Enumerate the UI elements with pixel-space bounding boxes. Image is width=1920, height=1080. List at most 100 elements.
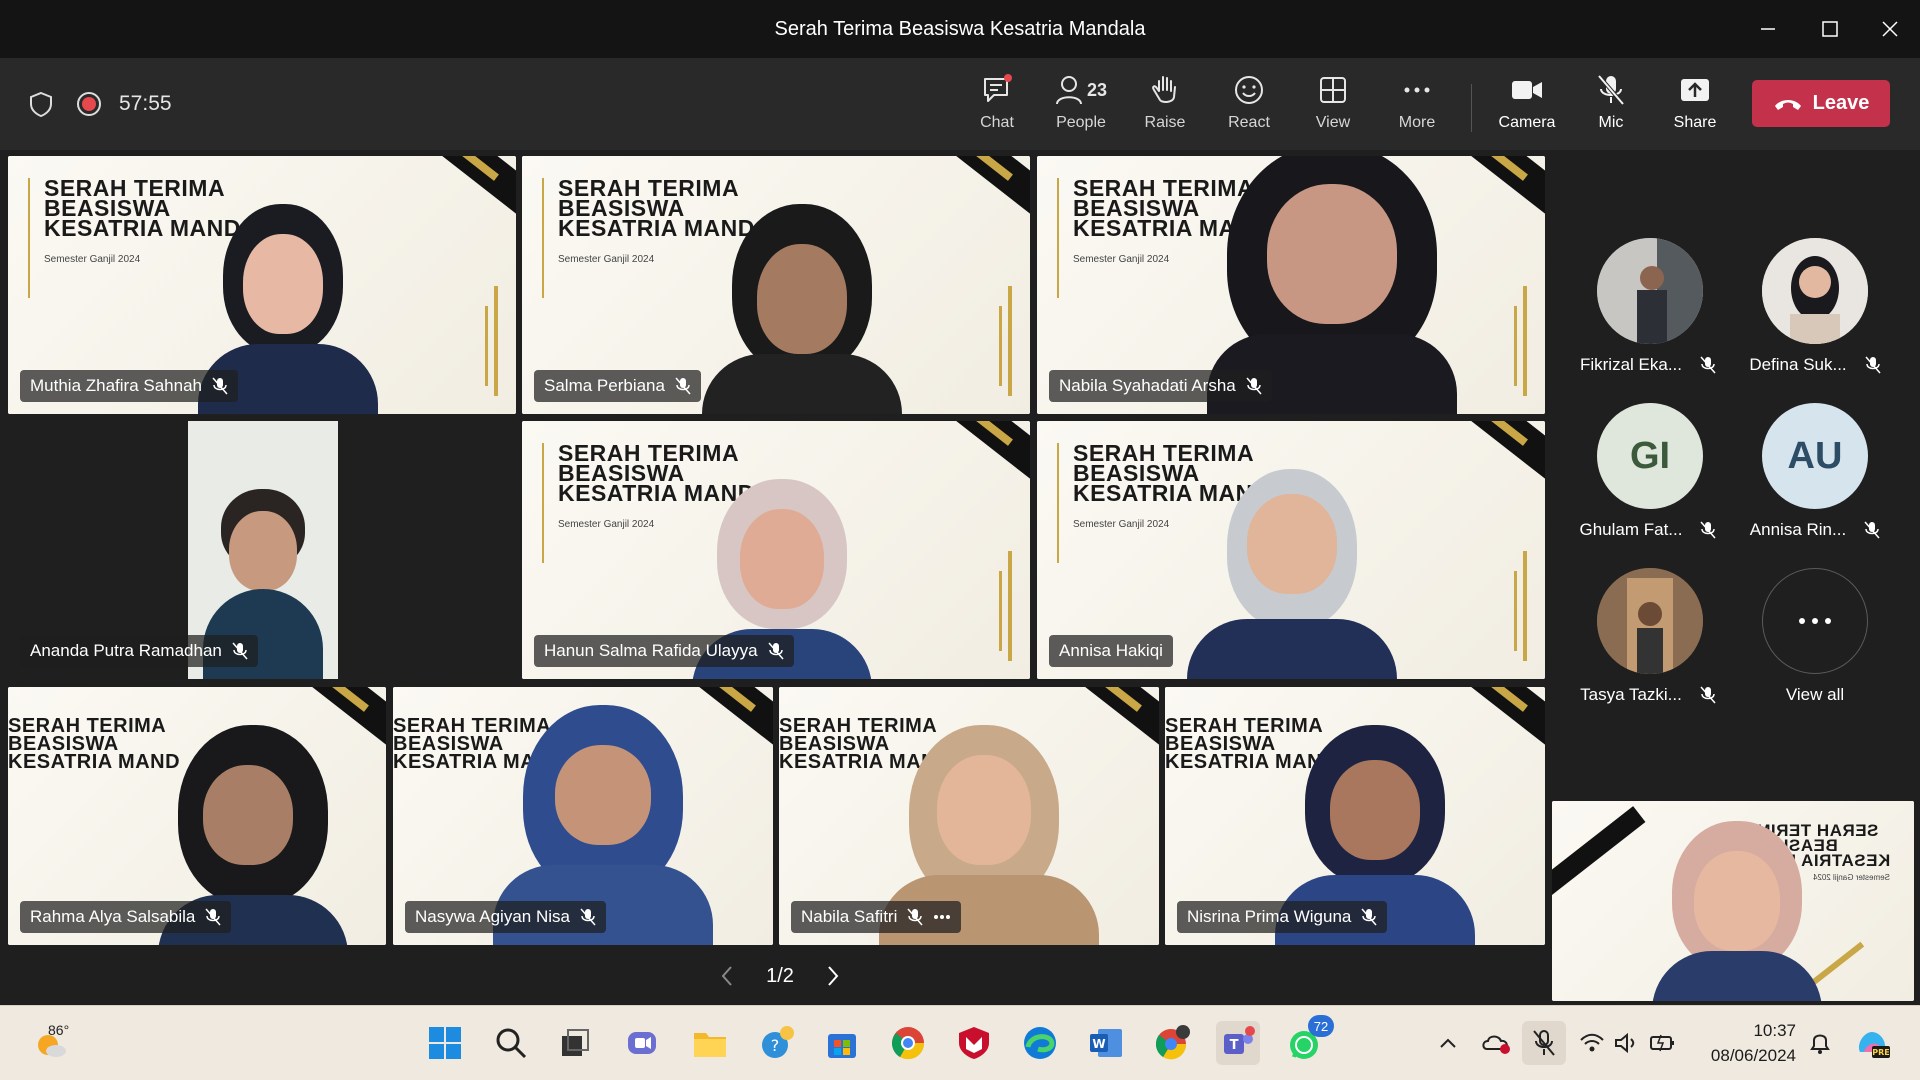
- chat-label: Chat: [980, 114, 1014, 131]
- self-view-video[interactable]: SERAH TERIMA BEASISWA KESATRIA MAND Semest…: [1552, 801, 1914, 1001]
- camera-button[interactable]: Camera: [1487, 70, 1567, 142]
- video-tile[interactable]: SERAH TERIMA BEASISWA KESATRIA MAND Semest…: [1037, 156, 1545, 414]
- video-tile[interactable]: SERAH TERIMA BEASISWA KESATRIA MAND Nisrin…: [1165, 687, 1545, 945]
- avatar[interactable]: [1597, 568, 1703, 674]
- view-all-label[interactable]: View all: [1740, 683, 1890, 707]
- avatar-initials: AU: [1787, 434, 1843, 477]
- video-tile[interactable]: Ananda Putra Ramadhan: [8, 421, 516, 679]
- file-explorer-button[interactable]: [688, 1021, 732, 1065]
- grid-view-icon: [1318, 70, 1348, 110]
- search-button[interactable]: [489, 1021, 533, 1065]
- video-tile[interactable]: SERAH TERIMA BEASISWA KESATRIA MAND Rahma …: [8, 687, 386, 945]
- chrome-button[interactable]: [886, 1021, 930, 1065]
- video-tile[interactable]: SERAH TERIMA BEASISWA KESATRIA MAND Semest…: [8, 156, 516, 414]
- avatar[interactable]: AU: [1762, 403, 1868, 509]
- participant-name-label: Nisrina Prima Wiguna: [1177, 901, 1388, 933]
- battery-button[interactable]: [1641, 1021, 1685, 1065]
- self-participant: [1652, 821, 1822, 1001]
- video-tile[interactable]: SERAH TERIMA BEASISWA KESATRIA MAND Nasywa…: [393, 687, 773, 945]
- toolbar-divider: [1471, 84, 1472, 132]
- notifications-button[interactable]: [1798, 1021, 1842, 1065]
- tray-overflow-button[interactable]: [1426, 1021, 1470, 1065]
- edge-button[interactable]: [1018, 1021, 1062, 1065]
- close-button[interactable]: [1860, 0, 1920, 58]
- start-button[interactable]: [423, 1021, 467, 1065]
- avatar[interactable]: [1762, 238, 1868, 344]
- video-tile[interactable]: SERAH TERIMA BEASISWA KESATRIA MAND Semest…: [1037, 421, 1545, 679]
- cloud-icon: [1482, 1035, 1510, 1054]
- share-icon: [1678, 70, 1712, 110]
- chrome-icon: [1155, 1025, 1190, 1060]
- speaker-icon: [1615, 1032, 1635, 1054]
- minimize-icon: [1761, 28, 1775, 30]
- copilot-icon: PRE: [1858, 1032, 1890, 1058]
- clock-date[interactable]: 08/06/2024: [1690, 1046, 1796, 1066]
- chevron-up-icon: [1440, 1038, 1456, 1048]
- copilot-button[interactable]: PRE: [1850, 1021, 1894, 1065]
- teams-button[interactable]: T: [1216, 1021, 1260, 1065]
- avatar[interactable]: GI: [1597, 403, 1703, 509]
- camera-icon: [1510, 70, 1544, 110]
- more-button[interactable]: More: [1377, 70, 1457, 142]
- tips-app-button[interactable]: ?: [755, 1021, 799, 1065]
- video-tile[interactable]: SERAH TERIMA BEASISWA KESATRIA MAND Semest…: [522, 156, 1030, 414]
- more-dots-icon[interactable]: [933, 914, 951, 920]
- raise-hand-button[interactable]: Raise: [1125, 70, 1205, 142]
- roster-name: Defina Suk...: [1740, 353, 1890, 377]
- folder-icon: [694, 1033, 726, 1057]
- battery-icon: [1650, 1034, 1674, 1052]
- task-view-icon: [562, 1029, 589, 1056]
- chat-button[interactable]: Chat: [957, 70, 1037, 142]
- share-button[interactable]: Share: [1655, 70, 1735, 142]
- clock-time[interactable]: 10:37: [1690, 1021, 1796, 1041]
- react-button[interactable]: React: [1209, 70, 1289, 142]
- leave-button[interactable]: Leave: [1752, 80, 1890, 127]
- hand-icon: [1149, 70, 1181, 110]
- participant-name-label: Nabila Syahadati Arsha: [1049, 370, 1272, 402]
- word-icon: W: [1090, 1029, 1122, 1057]
- meeting-timer: 57:55: [119, 92, 172, 115]
- chevron-right-icon[interactable]: [826, 965, 840, 987]
- people-label: People: [1056, 114, 1106, 131]
- mic-muted-icon: [1700, 356, 1716, 374]
- task-view-button[interactable]: [553, 1021, 597, 1065]
- view-button[interactable]: View: [1293, 70, 1373, 142]
- mic-button[interactable]: Mic: [1571, 70, 1651, 142]
- meeting-toolbar: 57:55 Chat 23 People Raise React View Mo…: [0, 58, 1920, 150]
- video-tile[interactable]: SERAH TERIMA BEASISWA KESATRIA MAND Semest…: [522, 421, 1030, 679]
- shield-icon: [28, 58, 54, 150]
- word-button[interactable]: W: [1084, 1021, 1128, 1065]
- roster-name: Annisa Rin...: [1740, 518, 1890, 542]
- chat-app-button[interactable]: [620, 1021, 664, 1065]
- maximize-button[interactable]: [1800, 0, 1860, 58]
- svg-text:T: T: [1230, 1038, 1239, 1053]
- avatar[interactable]: [1597, 238, 1703, 344]
- mic-muted-icon: [212, 377, 228, 395]
- video-tile[interactable]: SERAH TERIMA BEASISWA KESATRIA MAND Nabila…: [779, 687, 1159, 945]
- notification-badge: 72: [1308, 1015, 1334, 1037]
- teams-icon: T: [1224, 1026, 1255, 1054]
- mic-muted-icon: [767, 642, 784, 660]
- participant-name-label: Annisa Hakiqi: [1049, 635, 1173, 667]
- mic-tray-button[interactable]: [1522, 1021, 1566, 1065]
- mcafee-button[interactable]: [952, 1021, 996, 1065]
- store-button[interactable]: [820, 1021, 864, 1065]
- chrome-icon: [891, 1027, 925, 1060]
- maximize-icon: [1822, 21, 1838, 37]
- chevron-left-icon[interactable]: [720, 965, 734, 987]
- onedrive-button[interactable]: [1474, 1021, 1518, 1065]
- view-all-button[interactable]: [1762, 568, 1868, 674]
- video-stage: SERAH TERIMA BEASISWA KESATRIA MAND Semest…: [0, 150, 1920, 1005]
- mic-muted-icon: [580, 908, 596, 926]
- chrome-profile-button[interactable]: [1150, 1021, 1194, 1065]
- mic-muted-icon: [907, 908, 923, 926]
- minimize-button[interactable]: [1738, 0, 1798, 58]
- windows-logo-icon: [429, 1027, 461, 1059]
- people-button[interactable]: 23 People: [1041, 70, 1121, 142]
- shield-logo-icon: [959, 1027, 989, 1059]
- title-bar: Serah Terima Beasiswa Kesatria Mandala: [0, 0, 1920, 58]
- participant-name-label: Ananda Putra Ramadhan: [20, 635, 258, 667]
- camera-label: Camera: [1498, 114, 1556, 131]
- whatsapp-button[interactable]: 72: [1282, 1015, 1334, 1065]
- mic-muted-icon: [675, 377, 691, 395]
